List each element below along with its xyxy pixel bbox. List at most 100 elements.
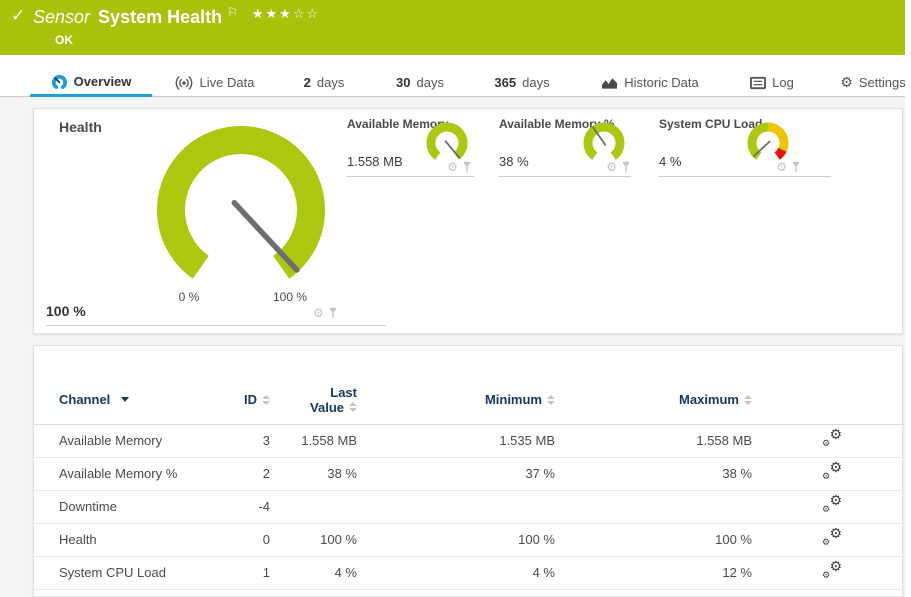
log-list-icon [750, 76, 766, 90]
tab-label: Live Data [200, 75, 255, 90]
column-header-label: ID [244, 392, 257, 407]
table-row[interactable]: System CPU Load 1 4 % 4 % 12 % ⚙⚙ [34, 556, 904, 589]
tab-live-data[interactable]: Live Data [168, 68, 260, 97]
cell-channel[interactable]: Health [34, 523, 234, 556]
cell-minimum: 4 % [361, 556, 559, 589]
tab-historic-data[interactable]: Historic Data [598, 68, 702, 97]
sort-arrows-icon [262, 395, 270, 405]
tab-bar: Overview Live Data 2 days 30 days 365 da… [0, 68, 905, 97]
channels-table: Channel ID Last Value Minimum [34, 376, 904, 590]
gauge-settings-gear-icon[interactable]: ⚙ [313, 307, 324, 319]
cell-minimum [361, 490, 559, 523]
tab-overview[interactable]: Overview [30, 68, 152, 97]
tab-number: 365 [494, 75, 516, 90]
column-header-channel[interactable]: Channel [34, 376, 234, 424]
cell-maximum: 100 % [559, 523, 756, 556]
pin-icon[interactable] [462, 161, 472, 173]
cell-id: 0 [234, 523, 274, 556]
mini-gauge-value: 1.558 MB [347, 154, 403, 169]
channel-settings-gears-icon[interactable]: ⚙⚙ [822, 562, 842, 580]
tab-label: Log [772, 75, 794, 90]
tab-label: days [317, 75, 344, 90]
gauge-min-label: 0 % [164, 290, 214, 304]
pin-icon[interactable] [328, 307, 338, 319]
area-chart-icon [601, 76, 618, 90]
channel-settings-gears-icon[interactable]: ⚙⚙ [822, 430, 842, 448]
cell-maximum: 12 % [559, 556, 756, 589]
cell-last-value: 1.558 MB [274, 424, 361, 457]
mini-gauge-available-memory: Available Memory 1.558 MB ⚙ [347, 117, 474, 177]
page-title: System Health [98, 7, 222, 28]
gauge-settings-gear-icon[interactable]: ⚙ [776, 161, 787, 173]
sort-caret-down-icon [121, 397, 129, 402]
cell-channel[interactable]: System CPU Load [34, 556, 234, 589]
tab-30-days[interactable]: 30 days [391, 68, 449, 97]
table-row[interactable]: Available Memory % 2 38 % 37 % 38 % ⚙⚙ [34, 457, 904, 490]
cell-id: 3 [234, 424, 274, 457]
sort-arrows-icon [547, 395, 555, 405]
gear-icon: ⚙ [840, 75, 853, 91]
overview-gauges-panel: Health 0 % 100 % 100 % ⚙ Available Memor… [33, 108, 903, 334]
column-header-minimum[interactable]: Minimum [361, 376, 559, 424]
column-header-label: Value [310, 400, 344, 415]
table-row[interactable]: Health 0 100 % 100 % 100 % ⚙⚙ [34, 523, 904, 556]
cell-channel[interactable]: Downtime [34, 490, 234, 523]
cell-channel[interactable]: Available Memory [34, 424, 234, 457]
sort-arrows-icon [744, 395, 752, 405]
gauge-settings-gear-icon[interactable]: ⚙ [606, 161, 617, 173]
health-gauge [155, 124, 327, 296]
tab-2-days[interactable]: 2 days [298, 68, 350, 97]
channel-settings-gears-icon[interactable]: ⚙⚙ [822, 463, 842, 481]
priority-stars[interactable]: ★★★☆☆ [252, 7, 320, 22]
cell-maximum [559, 490, 756, 523]
tab-settings[interactable]: ⚙ Settings [838, 68, 908, 97]
cell-minimum: 1.535 MB [361, 424, 559, 457]
gauge-needle [234, 203, 297, 270]
cell-id: 2 [234, 457, 274, 490]
flag-icon[interactable]: ⚐ [227, 5, 238, 19]
tab-label: days [417, 75, 444, 90]
gauge-max-label: 100 % [260, 290, 320, 304]
sensor-header: ✓ Sensor System Health ⚐ ★★★☆☆ OK [0, 0, 905, 55]
channel-settings-gears-icon[interactable]: ⚙⚙ [822, 496, 842, 514]
channels-table-panel: Channel ID Last Value Minimum [33, 345, 903, 597]
cell-last-value: 100 % [274, 523, 361, 556]
mini-gauge-available-memory-pct: Available Memory % 38 % ⚙ [499, 117, 631, 177]
tab-label: Overview [74, 74, 132, 89]
tab-label: days [522, 75, 549, 90]
column-header-label: Last [330, 385, 357, 400]
tab-number: 2 [304, 75, 311, 90]
column-header-label: Maximum [679, 392, 739, 407]
status-badge: OK [55, 33, 73, 47]
channel-settings-gears-icon[interactable]: ⚙⚙ [822, 529, 842, 547]
column-header-last-value[interactable]: Last Value [274, 376, 361, 424]
column-header-id[interactable]: ID [234, 376, 274, 424]
tab-number: 30 [396, 75, 410, 90]
ok-check-icon: ✓ [11, 6, 25, 26]
gauge-settings-gear-icon[interactable]: ⚙ [447, 161, 458, 173]
mini-gauge-value: 4 % [659, 154, 681, 169]
pin-icon[interactable] [791, 161, 801, 173]
table-row[interactable]: Available Memory 3 1.558 MB 1.535 MB 1.5… [34, 424, 904, 457]
tab-log[interactable]: Log [748, 68, 796, 97]
divider [46, 325, 386, 326]
content-area: Health 0 % 100 % 100 % ⚙ Available Memor… [0, 97, 905, 597]
column-header-maximum[interactable]: Maximum [559, 376, 756, 424]
column-header-tools [756, 376, 904, 424]
column-header-label: Channel [59, 392, 110, 407]
tab-label: Settings [859, 75, 906, 90]
object-kind-label: Sensor [33, 7, 90, 28]
cell-minimum: 100 % [361, 523, 559, 556]
cell-last-value [274, 490, 361, 523]
sort-arrows-icon [349, 402, 357, 412]
broadcast-icon [174, 75, 194, 91]
tab-365-days[interactable]: 365 days [490, 68, 554, 97]
pin-icon[interactable] [621, 161, 631, 173]
cell-minimum: 37 % [361, 457, 559, 490]
cell-maximum: 1.558 MB [559, 424, 756, 457]
cell-channel[interactable]: Available Memory % [34, 457, 234, 490]
gauge-icon [51, 73, 68, 90]
table-row[interactable]: Downtime -4 ⚙⚙ [34, 490, 904, 523]
cell-id: 1 [234, 556, 274, 589]
cell-id: -4 [234, 490, 274, 523]
